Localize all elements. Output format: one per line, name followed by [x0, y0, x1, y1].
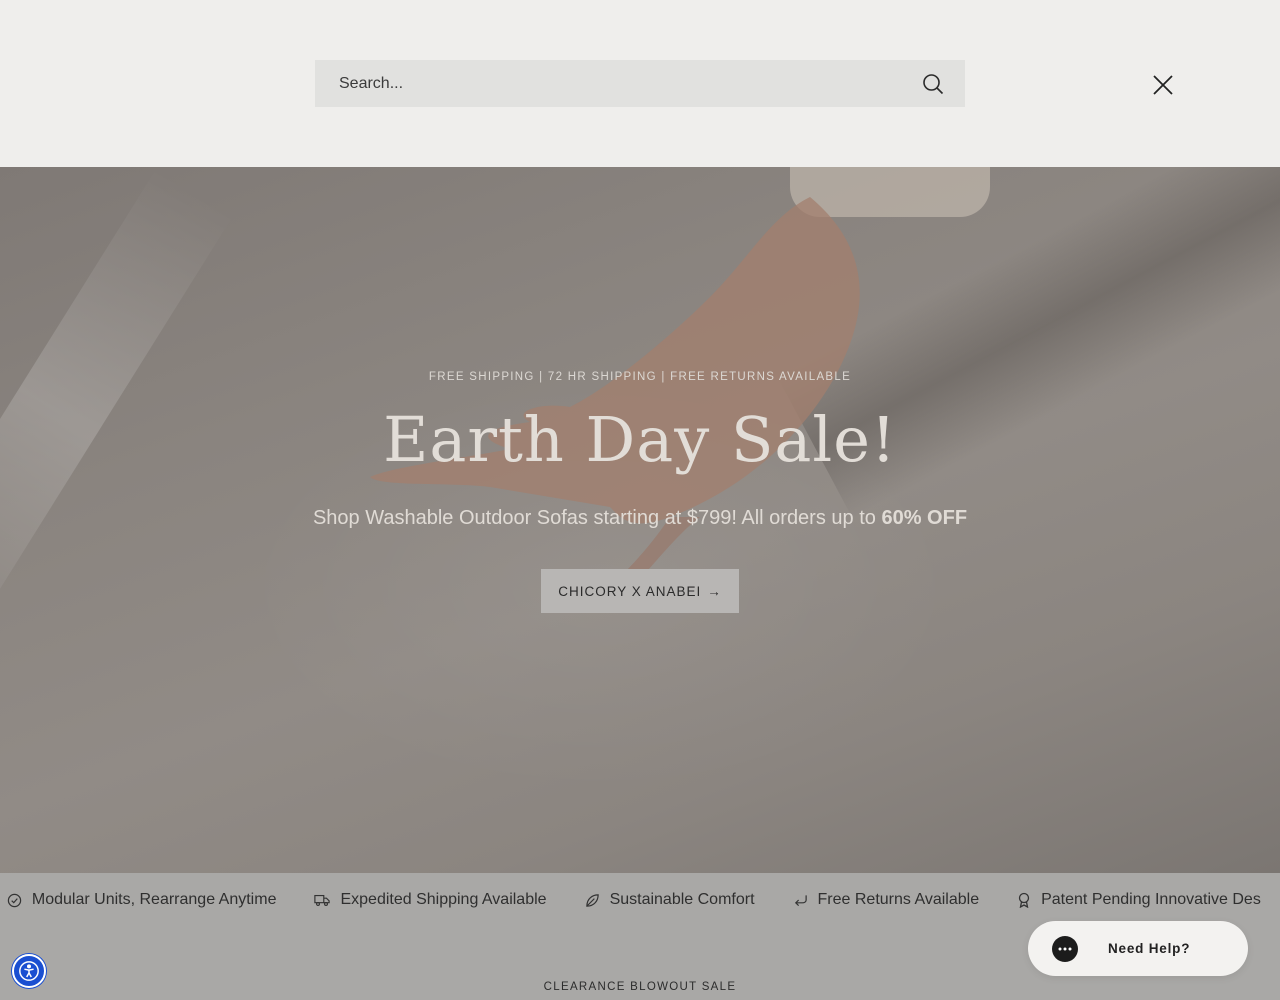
search-overlay-header [0, 0, 1280, 167]
close-icon[interactable] [1150, 72, 1176, 98]
search-icon[interactable] [921, 72, 945, 96]
arrow-right-icon: → [707, 583, 722, 599]
feature-label: Sustainable Comfort [609, 891, 755, 908]
hero-banner: FREE SHIPPING | 72 HR SHIPPING | FREE RE… [0, 167, 1280, 873]
feature-label: Expedited Shipping Available [340, 891, 547, 908]
hero-eyebrow: FREE SHIPPING | 72 HR SHIPPING | FREE RE… [428, 371, 852, 383]
feature-item: Modular Units, Rearrange Anytime [7, 891, 277, 909]
hero-content: FREE SHIPPING | 72 HR SHIPPING | FREE RE… [0, 167, 1280, 873]
leaf-icon [585, 893, 599, 907]
accessibility-icon [19, 961, 39, 981]
chat-bubble-icon [1052, 935, 1078, 962]
section-heading: CLEARANCE BLOWOUT SALE [543, 981, 737, 993]
feature-item: Free Returns Available [793, 891, 980, 909]
truck-icon [314, 894, 331, 906]
search-input[interactable] [315, 60, 921, 107]
feature-marquee-track: g Modular Units, Rearrange Anytime Exped… [0, 891, 1280, 909]
feature-item: Patent Pending Innovative Des [1017, 891, 1261, 909]
feature-item: Expedited Shipping Available [314, 891, 547, 909]
help-label: Need Help? [1108, 941, 1191, 956]
hero-subtitle-emphasis: 60% OFF [881, 507, 968, 529]
feature-label: Patent Pending Innovative Des [1041, 891, 1261, 908]
feature-label: Free Returns Available [817, 891, 980, 908]
hero-cta-button[interactable]: CHICORY X ANABEI → [541, 569, 739, 613]
hero-subtitle: Shop Washable Outdoor Sofas starting at … [0, 507, 1280, 530]
search-box[interactable] [315, 60, 965, 107]
help-chat-widget[interactable]: Need Help? [1028, 921, 1248, 976]
return-arrow-icon [794, 895, 807, 907]
hero-title: Earth Day Sale! [383, 403, 897, 476]
check-circle-icon [7, 893, 22, 907]
feature-item: Sustainable Comfort [585, 891, 755, 909]
award-icon [1018, 892, 1030, 908]
hero-subtitle-text: Shop Washable Outdoor Sofas starting at … [312, 507, 882, 529]
feature-label: Modular Units, Rearrange Anytime [31, 891, 277, 908]
hero-cta-label: CHICORY X ANABEI [558, 583, 702, 599]
